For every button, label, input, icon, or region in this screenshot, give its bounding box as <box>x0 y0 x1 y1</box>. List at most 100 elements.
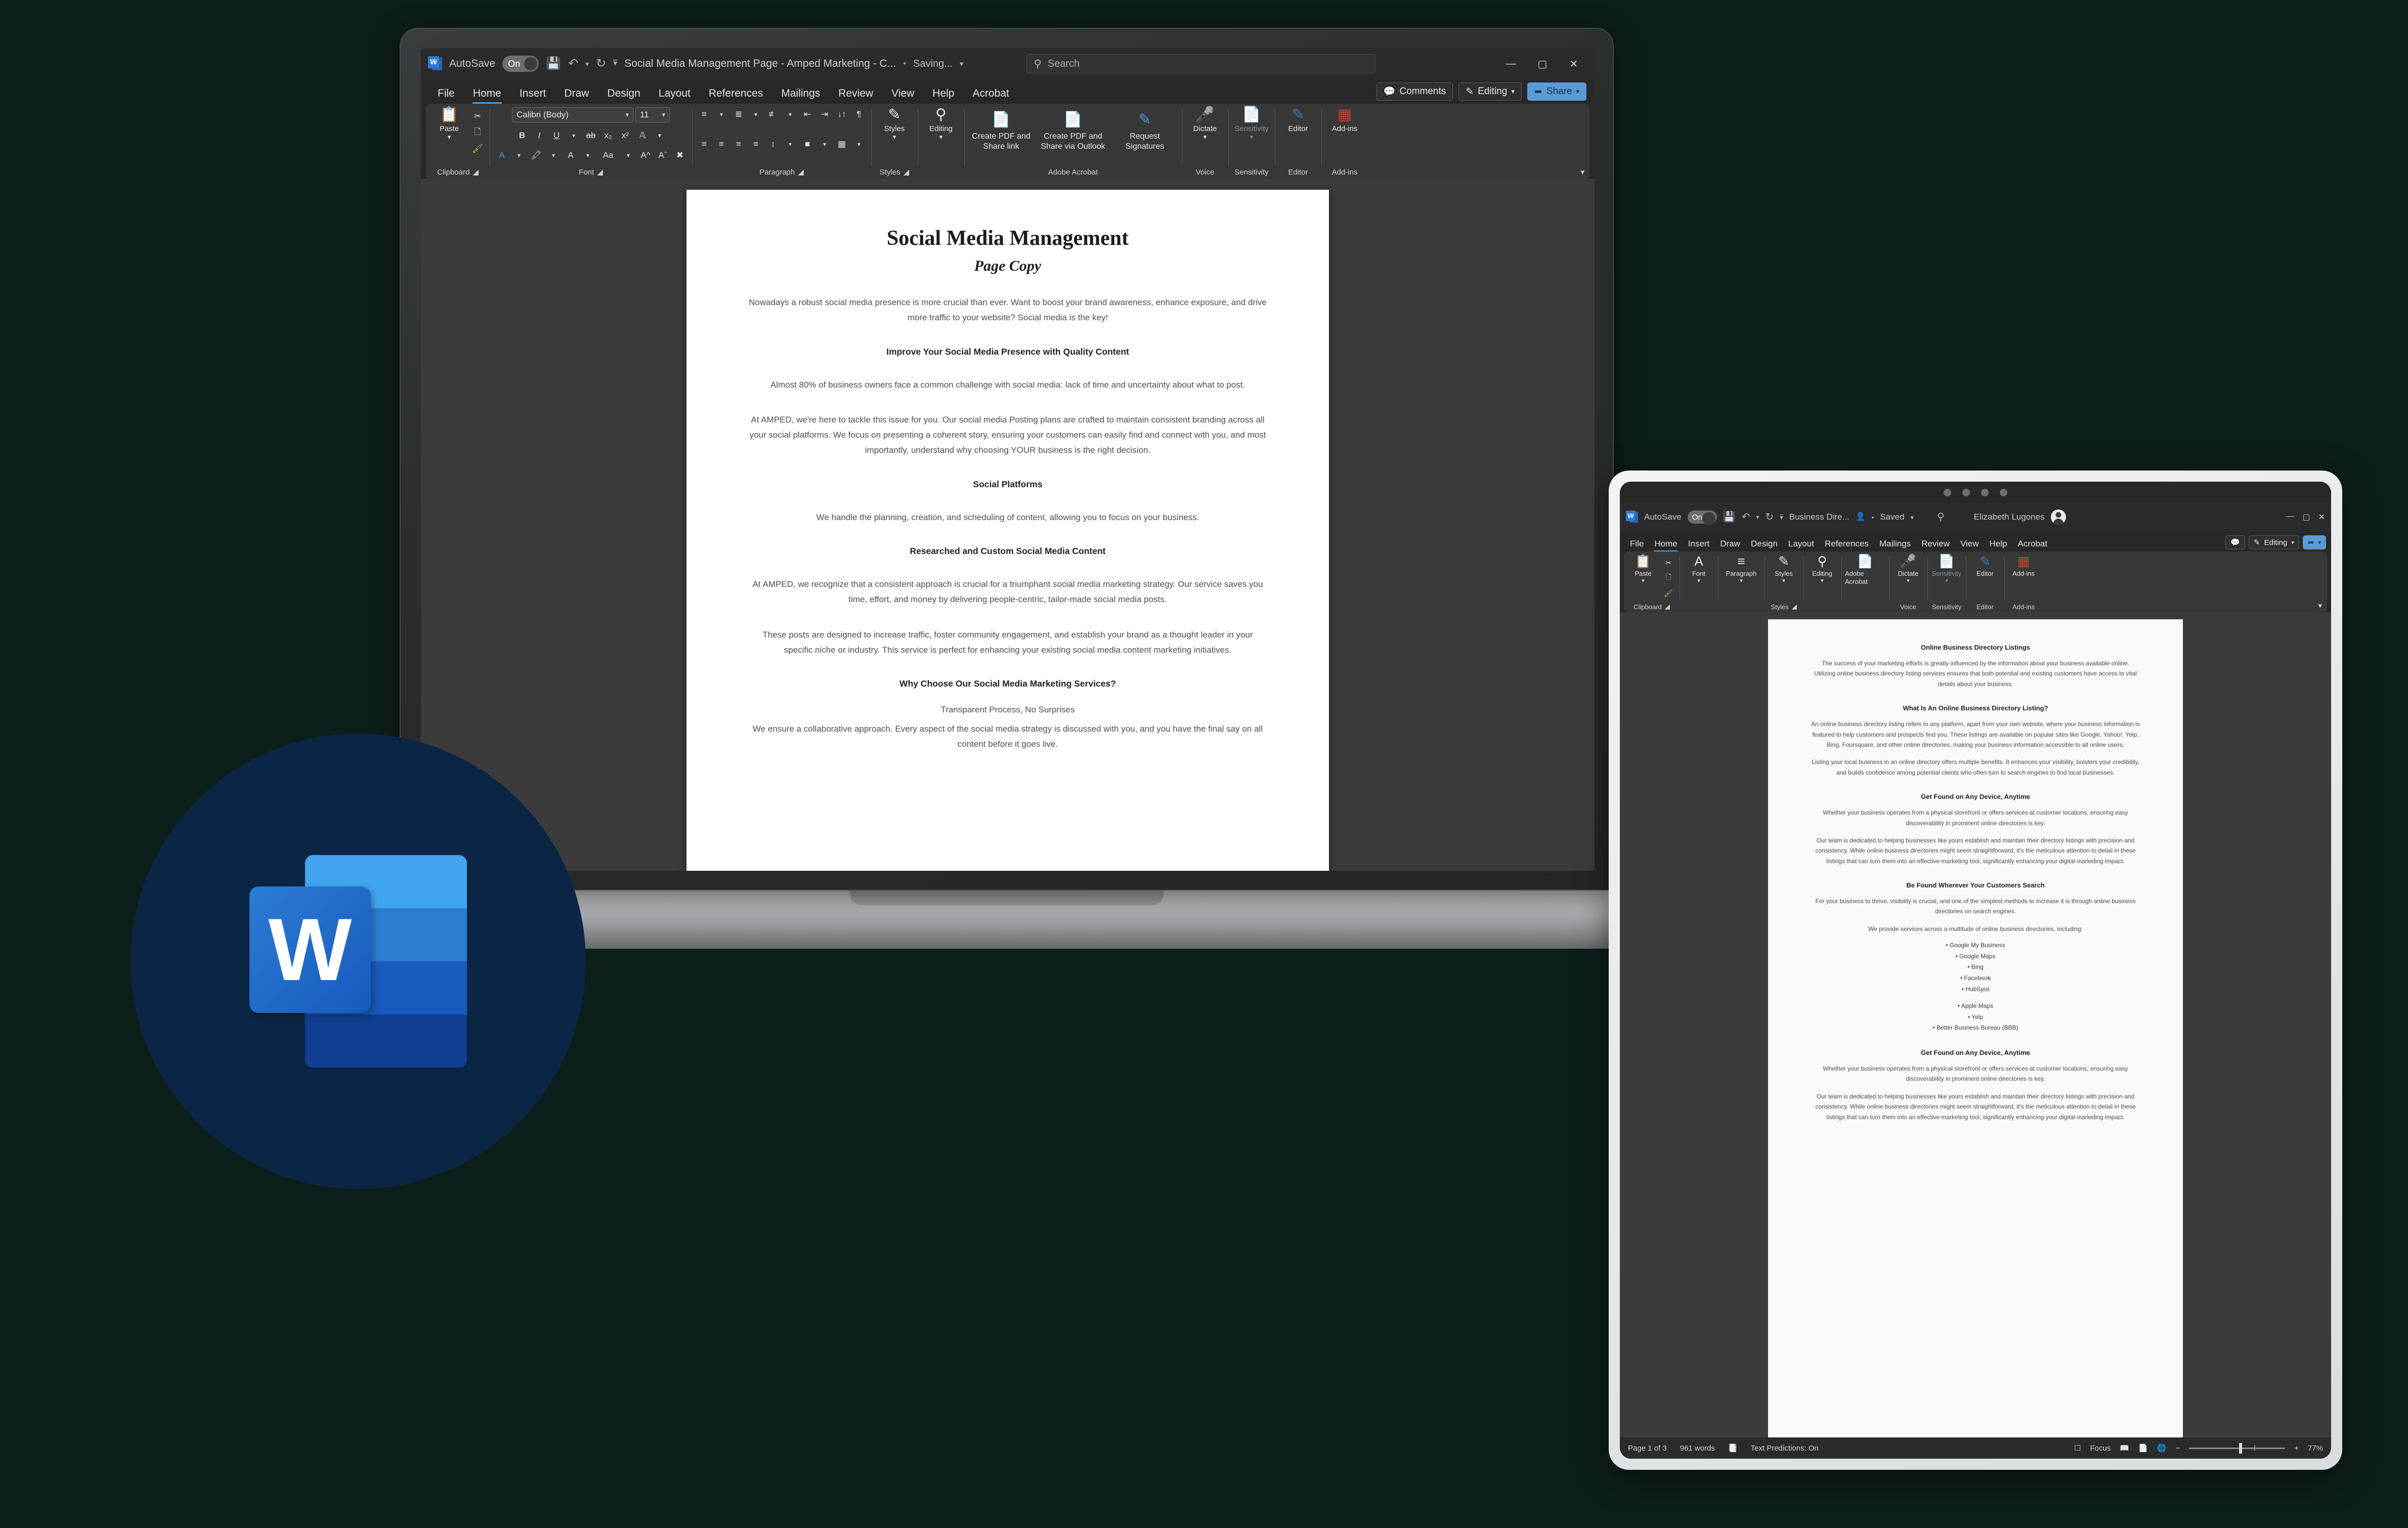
tab-mailings[interactable]: Mailings <box>772 83 829 104</box>
share-button[interactable]: ➦ Share ▾ <box>1527 82 1586 101</box>
focus-button[interactable]: Focus <box>2090 1444 2111 1453</box>
format-painter-icon[interactable]: 🖌 <box>470 142 485 156</box>
tab-insert[interactable]: Insert <box>511 83 555 104</box>
editing-button[interactable]: ⚲ Editing ▾ <box>922 107 960 141</box>
text-predictions-status[interactable]: Text Predictions: On <box>1751 1444 1819 1453</box>
collapse-ribbon-icon[interactable]: ▾ <box>2318 601 2322 610</box>
chevron-down-icon[interactable]: ▾ <box>511 148 527 162</box>
adobe-acrobat-button[interactable]: 📄 Adobe Acrobat <box>1845 555 1885 586</box>
tab-review[interactable]: Review <box>830 83 882 104</box>
tab-layout[interactable]: Layout <box>1783 536 1819 551</box>
close-button[interactable]: ✕ <box>1560 54 1587 74</box>
tab-mailings[interactable]: Mailings <box>1874 536 1916 551</box>
maximize-button[interactable]: ▢ <box>1529 54 1556 74</box>
font-family-input[interactable]: Calibri (Body) ▾ <box>512 107 633 122</box>
subscript-button[interactable]: x₂ <box>600 129 616 143</box>
superscript-button[interactable]: x² <box>618 129 633 143</box>
sort-icon[interactable]: ↓↑ <box>834 107 849 121</box>
tab-help[interactable]: Help <box>924 83 963 104</box>
chevron-down-icon[interactable]: ▾ <box>817 137 832 151</box>
multilevel-list-icon[interactable]: ≢ <box>765 107 781 121</box>
dialog-launcher-icon[interactable]: ◢ <box>597 167 603 177</box>
editor-button[interactable]: ✎ Editor <box>1969 555 2001 577</box>
editing-mode-button[interactable]: ✎ Editing ▾ <box>1458 82 1522 101</box>
tab-acrobat[interactable]: Acrobat <box>2013 536 2053 551</box>
chevron-down-icon[interactable]: ▾ <box>783 107 798 121</box>
tablet-document-canvas[interactable]: Online Business Directory Listings The s… <box>1620 612 2331 1437</box>
save-icon[interactable]: 💾 <box>546 58 561 70</box>
chevron-down-icon[interactable]: ▾ <box>652 129 667 143</box>
underline-chevron-icon[interactable]: ▾ <box>566 129 581 143</box>
tab-file[interactable]: File <box>1625 536 1649 551</box>
chevron-down-icon[interactable]: ▾ <box>621 148 636 162</box>
dictate-button[interactable]: 🎤 Dictate ▾ <box>1186 107 1224 141</box>
user-avatar[interactable] <box>2050 510 2066 525</box>
autosave-toggle[interactable]: On <box>1687 511 1717 525</box>
copy-icon[interactable]: 🗋 <box>470 125 485 140</box>
minimize-button[interactable]: — <box>2286 512 2294 522</box>
chevron-down-icon[interactable]: ▾ <box>580 148 595 162</box>
tablet-document-page[interactable]: Online Business Directory Listings The s… <box>1768 619 2183 1437</box>
styles-button[interactable]: ✎ Styles ▾ <box>876 107 913 141</box>
print-layout-icon[interactable]: 📄 <box>2138 1444 2148 1453</box>
document-title[interactable]: Social Media Management Page - Amped Mar… <box>624 58 896 70</box>
zoom-in-button[interactable]: + <box>2294 1444 2299 1453</box>
font-color-icon[interactable]: A <box>494 148 509 162</box>
change-case-button[interactable]: Aa <box>597 148 619 162</box>
justify-icon[interactable]: ≡ <box>748 137 763 151</box>
tab-home[interactable]: Home <box>464 83 510 104</box>
share-button[interactable]: ➦ ▾ <box>2302 535 2326 549</box>
tab-view[interactable]: View <box>883 83 923 104</box>
close-button[interactable]: ✕ <box>2318 512 2325 522</box>
chevron-down-icon[interactable]: ▾ <box>714 107 729 121</box>
undo-icon[interactable]: ↶ <box>568 58 578 70</box>
tab-file[interactable]: File <box>429 83 463 104</box>
save-icon[interactable]: 💾 <box>1723 512 1736 522</box>
editing-mode-button[interactable]: ✎ Editing ▾ <box>2248 535 2299 549</box>
tab-layout[interactable]: Layout <box>650 83 699 104</box>
editing-button[interactable]: ⚲ Editing ▾ <box>1807 555 1838 584</box>
word-count[interactable]: 961 words <box>1680 1444 1715 1453</box>
document-page[interactable]: Social Media Management Page Copy Nowada… <box>686 190 1329 871</box>
dictate-button[interactable]: 🎤 Dictate ▾ <box>1893 555 1924 584</box>
create-pdf-share-link-button[interactable]: 📄 Create PDF and Share link <box>969 110 1034 152</box>
create-pdf-share-outlook-button[interactable]: 📄 Create PDF and Share via Outlook <box>1041 110 1105 152</box>
tab-draw[interactable]: Draw <box>555 83 597 104</box>
editor-button[interactable]: ✎ Editor <box>1279 107 1317 134</box>
paste-button[interactable]: 📋 Paste ▾ <box>431 107 468 141</box>
tab-home[interactable]: Home <box>1649 536 1682 551</box>
italic-button[interactable]: I <box>532 129 547 143</box>
chevron-down-icon[interactable]: ▾ <box>546 148 561 162</box>
autosave-toggle[interactable]: On <box>502 56 539 72</box>
maximize-button[interactable]: ▢ <box>2302 512 2310 522</box>
zoom-level[interactable]: 77% <box>2308 1444 2323 1453</box>
tab-draw[interactable]: Draw <box>1715 536 1745 551</box>
numbering-icon[interactable]: ≣ <box>731 107 746 121</box>
tab-help[interactable]: Help <box>1985 536 2012 551</box>
sensitivity-button[interactable]: 📄 Sensitivity ▾ <box>1233 107 1270 141</box>
undo-chevron-icon[interactable]: ▾ <box>585 60 589 67</box>
scissors-icon[interactable]: ✂ <box>470 109 485 123</box>
text-effects-icon[interactable]: 𝔸 <box>635 129 650 143</box>
tab-design[interactable]: Design <box>598 83 649 104</box>
tab-references[interactable]: References <box>1820 536 1874 551</box>
font-color-a-icon[interactable]: A <box>563 148 578 162</box>
minimize-button[interactable]: — <box>1497 54 1525 74</box>
dialog-launcher-icon[interactable]: ◢ <box>798 167 804 177</box>
redo-icon[interactable]: ↻ <box>596 58 606 70</box>
shading-icon[interactable]: ■ <box>800 137 815 151</box>
chevron-down-icon[interactable]: ▾ <box>960 60 964 68</box>
strikethrough-button[interactable]: ab <box>583 129 598 143</box>
comments-button[interactable]: 💬 Comments <box>1376 82 1453 101</box>
add-ins-button[interactable]: ▦ Add-ins <box>2008 555 2039 577</box>
customize-quick-access-icon[interactable]: ▾̅ <box>1780 514 1783 521</box>
grow-font-icon[interactable]: A^ <box>638 148 653 162</box>
web-layout-icon[interactable]: 🌐 <box>2157 1444 2167 1453</box>
request-signatures-button[interactable]: ✎ Request Signatures <box>1112 110 1177 152</box>
underline-button[interactable]: U <box>549 129 564 143</box>
undo-icon[interactable]: ↶ <box>1742 512 1750 522</box>
focus-icon[interactable]: ☐ <box>2074 1444 2081 1453</box>
user-name[interactable]: Elizabeth Lugones <box>1974 512 2045 522</box>
chevron-down-icon[interactable]: ▾ <box>783 137 798 151</box>
styles-button[interactable]: ✎ Styles ▾ <box>1768 555 1799 584</box>
